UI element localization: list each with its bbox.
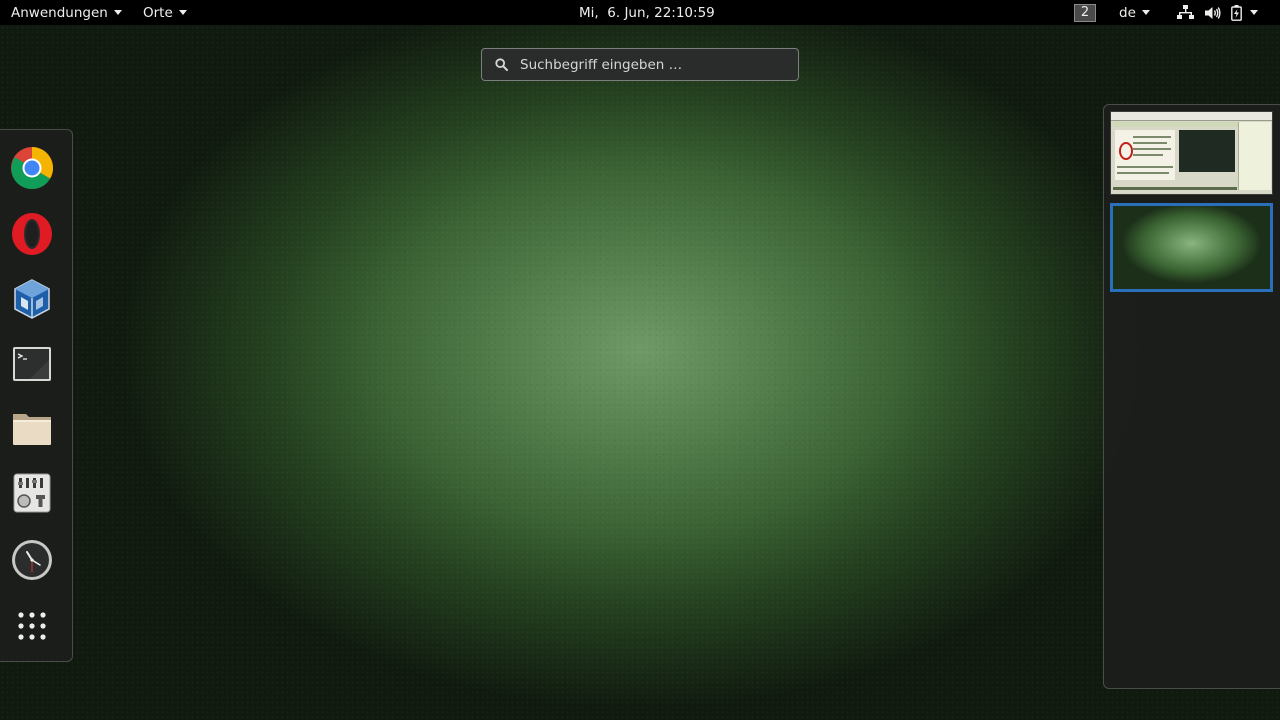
virtualbox-icon — [14, 279, 50, 319]
dash-app-virtualbox[interactable] — [9, 276, 55, 322]
workspace-number-badge: 2 — [1074, 3, 1096, 22]
chevron-down-icon — [1141, 10, 1150, 15]
terminal-icon — [13, 347, 51, 381]
window-preview-line — [1117, 172, 1169, 174]
clock-icon — [12, 540, 52, 580]
window-preview-line — [1133, 142, 1167, 144]
window-preview-logo — [1119, 142, 1133, 160]
window-preview-line — [1133, 148, 1171, 150]
search-input[interactable]: Suchbegriff eingeben … — [481, 48, 799, 81]
network-wired-icon — [1177, 5, 1194, 20]
window-preview-footer — [1113, 187, 1237, 190]
chevron-down-icon — [1250, 10, 1258, 15]
clock[interactable]: Mi, 6. Jun, 22:10:59 — [579, 0, 715, 25]
window-preview-banner — [1113, 122, 1238, 127]
places-menu-label: Orte — [143, 4, 173, 21]
workspace-indicator[interactable]: 2 — [1074, 0, 1096, 25]
opera-icon — [12, 213, 52, 255]
wallpaper-texture — [0, 0, 1280, 720]
window-preview-sidebar — [1238, 122, 1271, 190]
search-icon — [482, 58, 520, 71]
window-preview-line — [1133, 154, 1163, 156]
workspace-switcher — [1103, 104, 1280, 689]
dash-app-chrome[interactable] — [9, 145, 55, 191]
workspace-thumbnail-2-active[interactable] — [1110, 203, 1273, 292]
dash — [0, 129, 73, 662]
dash-app-terminal[interactable] — [9, 341, 55, 387]
window-preview-line — [1133, 136, 1171, 138]
chrome-icon — [11, 147, 54, 190]
search-placeholder: Suchbegriff eingeben … — [520, 56, 683, 73]
top-bar: Anwendungen Orte Mi, 6. Jun, 22:10:59 2 … — [0, 0, 1280, 25]
settings-mixer-icon — [13, 473, 51, 513]
show-apps-button[interactable] — [9, 603, 55, 649]
chevron-down-icon — [113, 10, 122, 15]
dash-app-settings[interactable] — [9, 470, 55, 516]
volume-icon — [1205, 6, 1221, 20]
places-menu[interactable]: Orte — [143, 0, 187, 25]
clock-label: Mi, 6. Jun, 22:10:59 — [579, 4, 715, 21]
keyboard-layout-label: de — [1119, 4, 1136, 21]
show-apps-grid-icon — [18, 612, 46, 640]
battery-charging-icon — [1231, 4, 1242, 21]
applications-menu[interactable]: Anwendungen — [11, 0, 122, 25]
applications-menu-label: Anwendungen — [11, 4, 108, 21]
workspace-thumbnail-1[interactable] — [1110, 111, 1273, 195]
window-preview-image — [1179, 130, 1235, 172]
dash-app-clocks[interactable] — [9, 537, 55, 583]
keyboard-layout-menu[interactable]: de — [1119, 0, 1150, 25]
window-preview-header — [1111, 112, 1272, 121]
window-preview-line — [1117, 166, 1173, 168]
chevron-down-icon — [178, 10, 187, 15]
dash-app-files[interactable] — [9, 405, 55, 451]
system-menu[interactable] — [1177, 0, 1258, 25]
dash-app-opera[interactable] — [9, 211, 55, 257]
folder-icon — [13, 414, 51, 445]
